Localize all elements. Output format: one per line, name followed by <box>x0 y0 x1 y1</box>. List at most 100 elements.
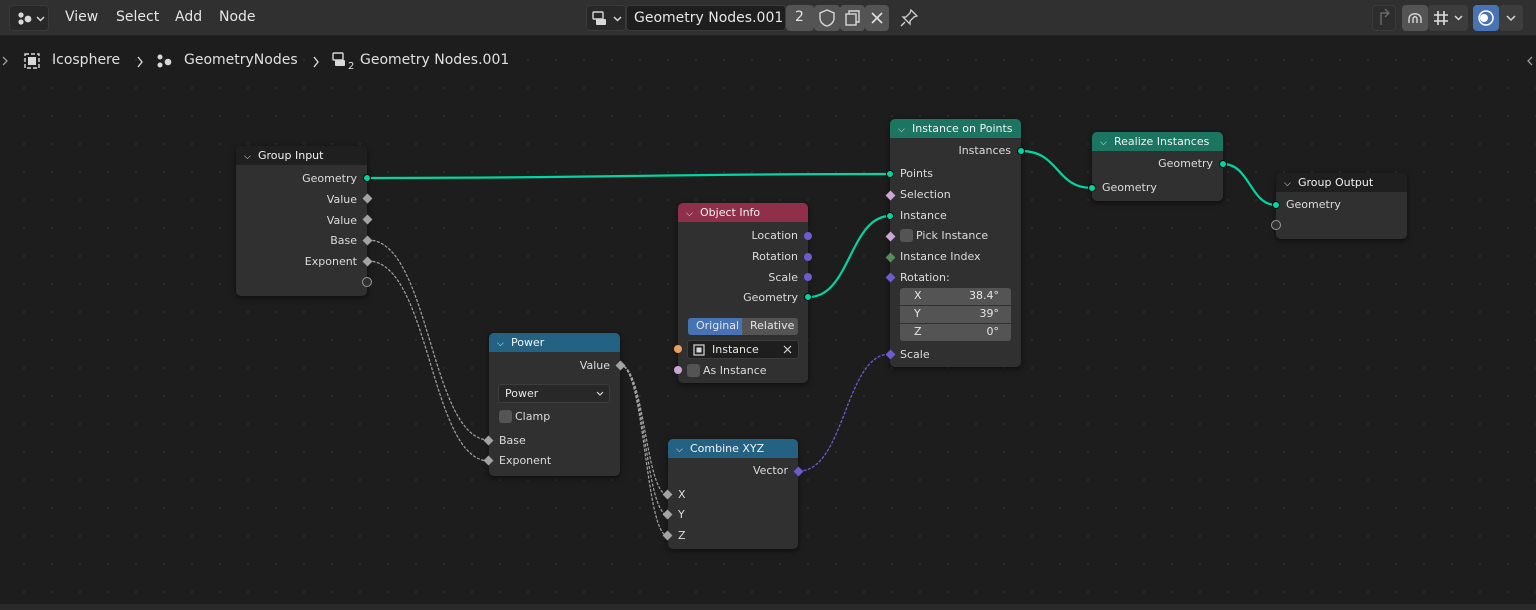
duplicate-button[interactable] <box>840 5 865 31</box>
mode-original-label: Original <box>696 319 740 332</box>
node-header[interactable]: ⌵ Group Input <box>236 146 367 165</box>
socket-label: Selection <box>900 188 951 201</box>
sidebar-expand-icon[interactable] <box>1526 55 1534 67</box>
collapse-icon[interactable]: ⌵ <box>1284 175 1294 194</box>
socket-label: Exponent <box>499 454 552 467</box>
node-combine-xyz[interactable]: ⌵ Combine XYZ Vector X Y Z <box>662 439 804 549</box>
rotation-z-field[interactable]: Z 0° <box>900 324 1011 341</box>
mode-relative-button[interactable]: Relative <box>742 318 798 335</box>
duplicate-icon <box>845 10 860 26</box>
unlink-button[interactable] <box>865 5 889 31</box>
breadcrumb-user-badge: 2 <box>348 61 355 72</box>
node-header[interactable]: ⌵ Group Output <box>1276 173 1407 192</box>
node-power[interactable]: ⌵ Power Value Power Clamp Base Exponent <box>483 333 626 476</box>
socket-label: Z <box>678 529 686 542</box>
pick-instance-label: Pick Instance <box>916 229 989 242</box>
close-icon <box>871 12 883 24</box>
menu-add[interactable]: Add <box>175 9 202 25</box>
socket-rotation[interactable] <box>804 253 812 261</box>
snap-mode-dropdown[interactable] <box>1428 5 1468 31</box>
node-header[interactable]: ⌵ Object Info <box>678 203 808 222</box>
user-count: 2 <box>795 9 804 25</box>
clamp-checkbox[interactable] <box>499 410 512 423</box>
socket-empty[interactable] <box>362 277 372 287</box>
socket-label: Exponent <box>304 255 357 268</box>
pick-instance-checkbox[interactable] <box>900 229 913 242</box>
node-object-info[interactable]: ⌵ Object Info Location Rotation Scale Geo… <box>674 203 812 383</box>
rotation-x-field[interactable]: X 38.4° <box>900 288 1011 305</box>
socket-label: Rotation: <box>900 271 950 284</box>
overlay-dropdown[interactable] <box>1499 5 1523 31</box>
rotation-z-value: 0° <box>986 325 1000 338</box>
node-title: Power <box>511 336 545 349</box>
socket-instance-input[interactable] <box>886 212 894 220</box>
socket-empty[interactable] <box>1271 220 1281 230</box>
rotation-y-label: Y <box>914 307 921 320</box>
collapse-icon[interactable]: ⌵ <box>898 121 908 140</box>
socket-instances-output[interactable] <box>1017 147 1025 155</box>
node-header[interactable]: ⌵ Realize Instances <box>1092 132 1223 151</box>
socket-geometry-input[interactable] <box>1088 184 1096 192</box>
overlay-icon <box>1478 10 1494 26</box>
parent-node-tree-button[interactable] <box>1372 5 1396 31</box>
collapse-icon[interactable]: ⌵ <box>676 441 686 460</box>
mesh-object-icon <box>24 53 40 69</box>
socket-location[interactable] <box>804 232 812 240</box>
as-instance-checkbox[interactable] <box>687 364 700 377</box>
menu-node[interactable]: Node <box>219 9 256 25</box>
pin-icon <box>900 8 919 27</box>
node-group-input[interactable]: ⌵ Group Input Geometry Value Value Base E… <box>236 146 373 296</box>
socket-scale[interactable] <box>804 273 812 281</box>
socket-label: Value <box>326 214 357 227</box>
socket-label: Geometry <box>743 291 798 304</box>
node-group-output[interactable]: ⌵ Group Output Geometry <box>1271 173 1407 239</box>
socket-label: Base <box>499 434 526 447</box>
node-title: Object Info <box>700 206 761 219</box>
object-icon <box>693 344 705 356</box>
collapse-icon[interactable]: ⌵ <box>497 335 507 354</box>
rotation-y-value: 39° <box>979 307 1000 320</box>
rotation-y-field[interactable]: Y 39° <box>900 306 1011 323</box>
node-tree-name-field[interactable]: Geometry Nodes.001 <box>626 5 786 31</box>
node-tree-browse-button[interactable] <box>586 5 626 31</box>
socket-label: X <box>678 488 686 501</box>
socket-label: Geometry <box>1286 198 1341 211</box>
overlay-toggle[interactable] <box>1473 5 1499 31</box>
collapse-icon[interactable]: ⌵ <box>244 148 254 167</box>
node-instance-on-points[interactable]: ⌵ Instance on Points Instances Points Sel… <box>885 119 1025 367</box>
socket-object[interactable] <box>674 345 682 353</box>
socket-geometry[interactable] <box>804 293 812 301</box>
socket-geometry-input[interactable] <box>1272 201 1280 209</box>
mode-relative-label: Relative <box>750 319 795 332</box>
menu-select[interactable]: Select <box>116 9 159 25</box>
node-header[interactable]: ⌵ Instance on Points <box>890 119 1021 138</box>
socket-label: Instance <box>900 209 947 222</box>
node-header[interactable]: ⌵ Combine XYZ <box>668 439 798 458</box>
operation-dropdown[interactable]: Power <box>498 384 610 403</box>
socket-as-instance[interactable] <box>674 366 682 374</box>
socket-label: Base <box>330 234 357 247</box>
user-count-button[interactable]: 2 <box>786 5 814 31</box>
socket-label: Points <box>900 167 934 180</box>
mode-original-button[interactable]: Original <box>688 318 742 335</box>
socket-geometry-output[interactable] <box>1219 160 1227 168</box>
editor-type-button[interactable] <box>9 5 49 31</box>
socket-points-input[interactable] <box>886 170 894 178</box>
toolbar-expand-icon[interactable] <box>1 55 9 67</box>
socket-geometry[interactable] <box>363 174 371 182</box>
clamp-label: Clamp <box>515 410 551 423</box>
fake-user-button[interactable] <box>814 5 840 31</box>
collapse-icon[interactable]: ⌵ <box>1100 134 1110 153</box>
node-header[interactable]: ⌵ Power <box>489 333 620 352</box>
snap-toggle[interactable] <box>1402 5 1428 31</box>
socket-label: Geometry <box>1102 181 1157 194</box>
socket-label: Geometry <box>302 172 357 185</box>
clear-icon[interactable] <box>782 344 794 356</box>
snap-mode-icon <box>1434 11 1463 25</box>
collapse-icon[interactable]: ⌵ <box>686 205 696 224</box>
operation-value: Power <box>505 387 539 400</box>
pin-button[interactable] <box>896 5 922 31</box>
node-realize-instances[interactable]: ⌵ Realize Instances Geometry Geometry <box>1088 132 1227 201</box>
menu-view[interactable]: View <box>65 9 98 25</box>
object-field[interactable]: Instance <box>687 340 799 359</box>
